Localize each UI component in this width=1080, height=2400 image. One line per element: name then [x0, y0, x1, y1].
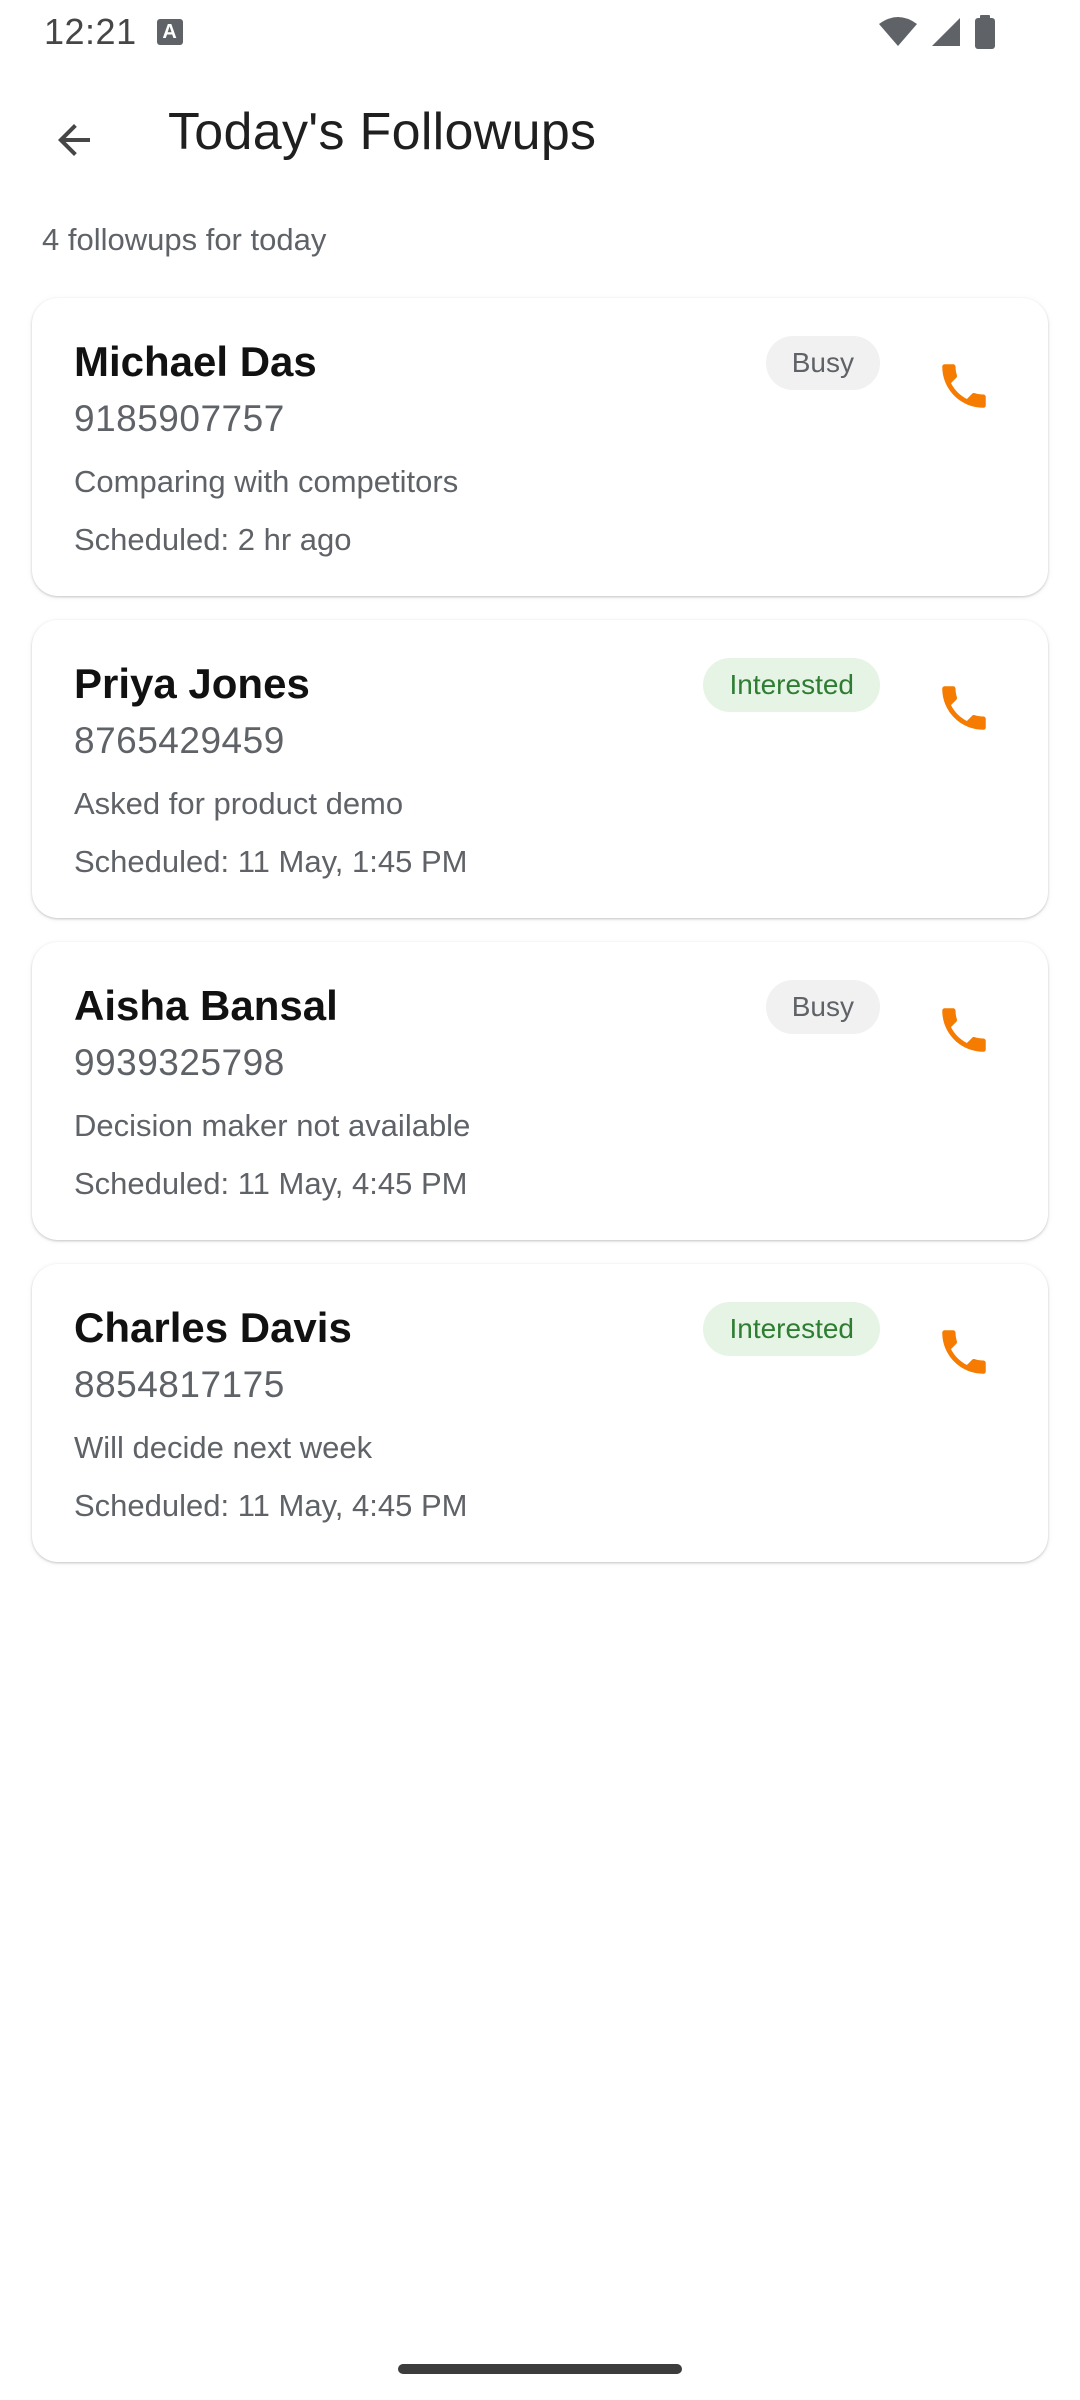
scheduled-time: Scheduled: 11 May, 4:45 PM	[74, 1166, 468, 1201]
status-badge: Interested	[703, 1302, 880, 1356]
phone-icon	[942, 1330, 986, 1374]
contact-name: Aisha Bansal	[74, 982, 338, 1029]
followup-card[interactable]: Michael Das Busy 9185907757 Comparing wi…	[32, 298, 1048, 596]
call-button[interactable]	[928, 672, 1000, 744]
scheduled-time: Scheduled: 2 hr ago	[74, 522, 352, 557]
back-button[interactable]	[30, 96, 118, 184]
status-badge: Busy	[765, 336, 880, 390]
followup-card[interactable]: Charles Davis Interested 8854817175 Will…	[32, 1264, 1048, 1562]
followup-note: Asked for product demo	[74, 786, 404, 821]
wifi-icon	[879, 17, 917, 46]
status-time: 12:21	[44, 11, 137, 52]
scheduled-time: Scheduled: 11 May, 4:45 PM	[74, 1488, 468, 1523]
contact-phone: 8765429459	[74, 720, 285, 761]
home-indicator[interactable]	[398, 2364, 682, 2374]
status-badge: Interested	[703, 658, 880, 712]
status-icons	[878, 15, 1036, 49]
notification-icon: A	[156, 19, 183, 45]
app-bar: Today's Followups	[0, 80, 1080, 192]
contact-phone: 8854817175	[74, 1364, 285, 1405]
status-badge: Busy	[765, 980, 880, 1034]
contact-phone: 9939325798	[74, 1042, 285, 1083]
battery-icon	[975, 15, 995, 49]
contact-name: Charles Davis	[74, 1304, 352, 1351]
call-button[interactable]	[928, 994, 1000, 1066]
scheduled-time: Scheduled: 11 May, 1:45 PM	[74, 844, 468, 879]
phone-icon	[942, 686, 986, 730]
arrow-back-icon	[58, 124, 90, 156]
page-title: Today's Followups	[168, 103, 597, 161]
followup-card[interactable]: Aisha Bansal Busy 9939325798 Decision ma…	[32, 942, 1048, 1240]
followup-note: Will decide next week	[74, 1430, 373, 1465]
phone-icon	[942, 364, 986, 408]
screen: 12:21 A Today's Followups 4 followups fo…	[0, 0, 1080, 2400]
contact-name: Priya Jones	[74, 660, 310, 707]
status-bar: 12:21 A	[0, 0, 1080, 64]
followup-note: Comparing with competitors	[74, 464, 459, 499]
followup-card[interactable]: Priya Jones Interested 8765429459 Asked …	[32, 620, 1048, 918]
call-button[interactable]	[928, 350, 1000, 422]
followup-count: 4 followups for today	[42, 222, 327, 257]
cellular-signal-icon	[932, 18, 960, 46]
followup-list: Michael Das Busy 9185907757 Comparing wi…	[32, 298, 1048, 1586]
call-button[interactable]	[928, 1316, 1000, 1388]
contact-phone: 9185907757	[74, 398, 285, 439]
followup-note: Decision maker not available	[74, 1108, 471, 1143]
contact-name: Michael Das	[74, 338, 317, 385]
phone-icon	[942, 1008, 986, 1052]
